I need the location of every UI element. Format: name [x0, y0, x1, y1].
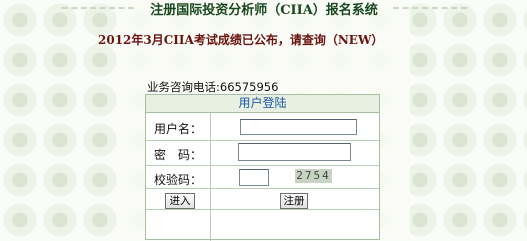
page: 注册国际投资分析师（CIIA）报名系统 2012年3月CIIA考试成绩已公布，请…: [0, 0, 527, 241]
contact-phone: 业务咨询电话:66575956: [147, 80, 279, 94]
column-divider: [210, 113, 211, 241]
captcha-image: 2754: [295, 169, 332, 183]
header-bar: 注册国际投资分析师（CIIA）报名系统: [0, 0, 527, 18]
header-dashed-line-right: [393, 7, 467, 9]
password-input[interactable]: [238, 143, 351, 161]
captcha-label: 校验码：: [154, 173, 203, 187]
login-panel: 用户登陆 用户名： 密 码： 校验码： 2754 进入 注册: [145, 94, 380, 241]
username-label: 用户名：: [154, 122, 203, 136]
captcha-input[interactable]: [239, 169, 269, 186]
page-title: 注册国际投资分析师（CIIA）报名系统: [150, 3, 378, 18]
row-divider: [146, 140, 379, 141]
username-input[interactable]: [240, 119, 357, 135]
password-label: 密 码：: [154, 148, 203, 162]
register-button[interactable]: 注册: [280, 193, 308, 209]
score-notice-link[interactable]: 2012年3月CIIA考试成绩已公布，请查询（NEW）: [98, 31, 438, 48]
row-divider: [146, 188, 379, 189]
login-button[interactable]: 进入: [165, 193, 195, 209]
header-dashed-line-left: [62, 7, 134, 9]
login-panel-title: 用户登陆: [146, 95, 379, 113]
row-divider: [146, 209, 379, 210]
row-divider: [146, 165, 379, 166]
